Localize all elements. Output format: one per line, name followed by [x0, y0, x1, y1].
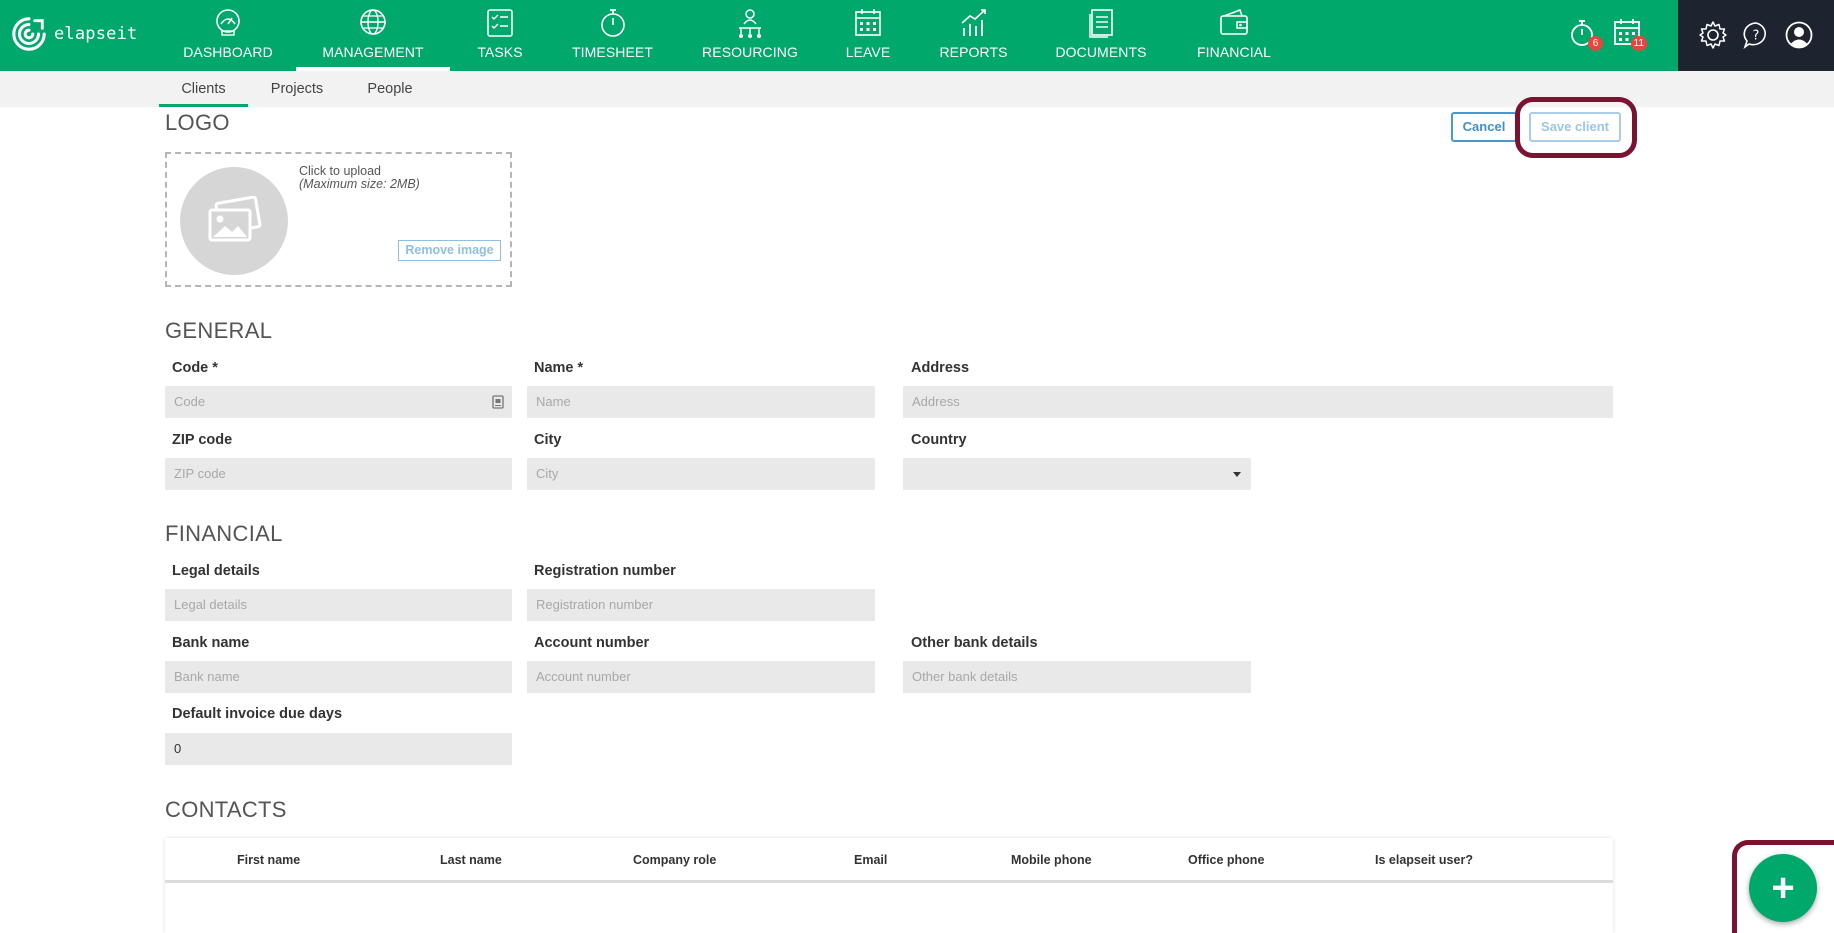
remove-image-button[interactable]: Remove image — [398, 240, 501, 261]
name-label: Name * — [534, 360, 584, 376]
nav-timesheet[interactable]: TIMESHEET — [565, 0, 660, 71]
account-number-label: Account number — [534, 635, 650, 651]
add-contact-button[interactable]: + — [1749, 854, 1817, 922]
bank-name-label: Bank name — [172, 635, 250, 651]
column-header-last-name[interactable]: Last name — [440, 853, 502, 867]
address-label: Address — [911, 360, 970, 376]
calendar-alert-button[interactable]: 11 — [1612, 16, 1647, 51]
nav-label: FINANCIAL — [1196, 44, 1272, 60]
stopwatch-icon — [600, 9, 625, 37]
save-client-button[interactable]: Save client — [1529, 112, 1621, 142]
wallet-icon — [1220, 9, 1248, 35]
code-label: Code * — [172, 360, 218, 376]
tab-people[interactable]: People — [358, 71, 422, 107]
svg-text:?: ? — [1753, 29, 1760, 44]
help-icon[interactable]: ? — [1741, 20, 1771, 50]
code-input[interactable]: Code — [165, 386, 512, 418]
documents-icon — [1089, 9, 1113, 38]
resourcing-icon — [739, 9, 761, 38]
upload-instructions[interactable]: Click to upload (Maximum size: 2MB) — [299, 165, 420, 191]
city-label: City — [534, 432, 562, 448]
zip-label: ZIP code — [172, 432, 233, 448]
column-header-is-user[interactable]: Is elapseit user? — [1375, 853, 1473, 867]
chevron-down-icon — [1233, 472, 1241, 477]
nav-label: TASKS — [477, 44, 523, 60]
other-bank-details-input[interactable]: Other bank details — [903, 661, 1251, 693]
chart-icon — [960, 9, 986, 36]
nav-label: LEAVE — [845, 44, 891, 60]
nav-label: MANAGEMENT — [322, 44, 424, 60]
upload-size-hint: (Maximum size: 2MB) — [299, 177, 420, 191]
code-placeholder: Code — [174, 394, 206, 409]
contacts-table: First name Last name Company role Email … — [165, 838, 1613, 933]
nav-label: DOCUMENTS — [1055, 44, 1147, 60]
bank-name-input[interactable]: Bank name — [165, 661, 512, 693]
contacts-section-title: CONTACTS — [165, 797, 287, 822]
brand-logo[interactable]: elapseit — [10, 14, 137, 54]
legal-details-label: Legal details — [172, 563, 260, 579]
column-header-company-role[interactable]: Company role — [633, 853, 716, 867]
calendar-icon — [855, 9, 881, 36]
column-header-mobile-phone[interactable]: Mobile phone — [1011, 853, 1092, 867]
tab-projects[interactable]: Projects — [260, 71, 334, 107]
invoice-due-days-label: Default invoice due days — [172, 706, 343, 722]
country-select[interactable] — [903, 458, 1251, 490]
zip-input[interactable]: ZIP code — [165, 458, 512, 490]
sub-navbar: Clients Projects People — [0, 71, 1834, 107]
brand-name: elapseit — [54, 24, 138, 44]
image-icon — [208, 196, 262, 242]
other-bank-details-label: Other bank details — [911, 635, 1038, 651]
city-input[interactable]: City — [527, 458, 875, 490]
user-icon[interactable] — [1784, 20, 1814, 50]
general-section-title: GENERAL — [165, 318, 273, 343]
globe-icon — [360, 9, 386, 35]
nav-leave[interactable]: LEAVE — [840, 0, 896, 71]
nav-label: DASHBOARD — [183, 44, 273, 60]
nav-label: REPORTS — [939, 44, 1008, 60]
nav-management[interactable]: MANAGEMENT — [296, 0, 450, 71]
top-navbar: elapseit DASHBOARD MANAGEMENT TASKS TIME… — [0, 0, 1834, 71]
brand-logo-icon — [12, 17, 46, 51]
notification-badge: 11 — [1630, 36, 1647, 51]
cancel-button[interactable]: Cancel — [1451, 112, 1517, 142]
nav-tasks[interactable]: TASKS — [470, 0, 530, 71]
settings-icon[interactable] — [1698, 20, 1728, 50]
logo-upload-area[interactable]: Click to upload (Maximum size: 2MB) Remo… — [165, 152, 512, 287]
nav-documents[interactable]: DOCUMENTS — [1052, 0, 1150, 71]
country-label: Country — [911, 432, 967, 448]
financial-section-title: FINANCIAL — [165, 521, 283, 546]
nav-resourcing[interactable]: RESOURCING — [700, 0, 800, 71]
timer-alert-button[interactable]: 6 — [1568, 16, 1603, 51]
logo-section-title: LOGO — [165, 110, 230, 135]
notification-badge: 6 — [1588, 36, 1603, 51]
address-input[interactable]: Address — [903, 386, 1613, 418]
registration-number-label: Registration number — [534, 563, 676, 579]
plus-icon: + — [1771, 866, 1795, 910]
image-placeholder[interactable] — [180, 167, 288, 275]
legal-details-input[interactable]: Legal details — [165, 589, 512, 621]
utility-panel: ? — [1678, 0, 1834, 71]
registration-number-input[interactable]: Registration number — [527, 589, 875, 621]
column-header-email[interactable]: Email — [854, 853, 887, 867]
nav-reports[interactable]: REPORTS — [935, 0, 1012, 71]
nav-label: RESOURCING — [702, 44, 798, 60]
tasks-icon — [487, 9, 513, 37]
column-header-office-phone[interactable]: Office phone — [1188, 853, 1264, 867]
nav-dashboard[interactable]: DASHBOARD — [183, 0, 273, 71]
tab-clients[interactable]: Clients — [159, 71, 248, 107]
column-header-first-name[interactable]: First name — [237, 853, 300, 867]
nav-label: TIMESHEET — [571, 44, 654, 60]
contacts-table-header: First name Last name Company role Email … — [165, 838, 1613, 883]
dashboard-icon — [216, 9, 240, 36]
account-number-input[interactable]: Account number — [527, 661, 875, 693]
nav-financial[interactable]: FINANCIAL — [1192, 0, 1276, 71]
invoice-due-days-input[interactable]: 0 — [165, 733, 512, 765]
name-input[interactable]: Name — [527, 386, 875, 418]
id-card-icon[interactable] — [492, 395, 504, 409]
